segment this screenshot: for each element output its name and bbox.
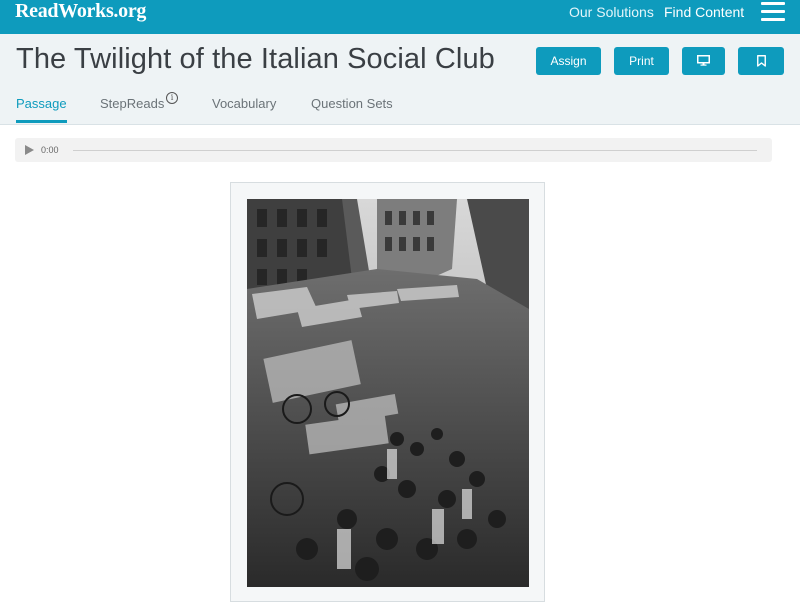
top-navigation-bar: ReadWorks.org Our Solutions Find Content xyxy=(0,0,800,34)
nav-find-content[interactable]: Find Content xyxy=(664,4,744,20)
active-tab-indicator xyxy=(16,120,67,123)
passage-image-frame xyxy=(230,182,545,602)
tab-passage[interactable]: Passage xyxy=(16,96,67,112)
monitor-icon xyxy=(697,55,710,67)
passage-photo xyxy=(247,199,529,587)
print-button[interactable]: Print xyxy=(614,47,669,75)
readworks-logo[interactable]: ReadWorks.org xyxy=(15,0,146,22)
audio-player: 0:00 xyxy=(15,138,772,162)
play-icon[interactable] xyxy=(25,145,34,155)
present-button[interactable] xyxy=(682,47,725,75)
audio-progress-track[interactable] xyxy=(73,150,757,151)
assign-button[interactable]: Assign xyxy=(536,47,601,75)
hamburger-menu-icon[interactable] xyxy=(761,2,785,22)
tab-vocabulary[interactable]: Vocabulary xyxy=(212,96,276,112)
nav-our-solutions[interactable]: Our Solutions xyxy=(569,4,654,20)
info-icon[interactable]: i xyxy=(166,92,178,104)
tab-stepreads[interactable]: StepReads xyxy=(100,96,164,112)
bookmark-icon xyxy=(756,54,766,67)
bookmark-button[interactable] xyxy=(738,47,784,75)
page-title: The Twilight of the Italian Social Club xyxy=(16,43,495,75)
audio-time: 0:00 xyxy=(41,145,59,155)
tab-question-sets[interactable]: Question Sets xyxy=(311,96,393,112)
